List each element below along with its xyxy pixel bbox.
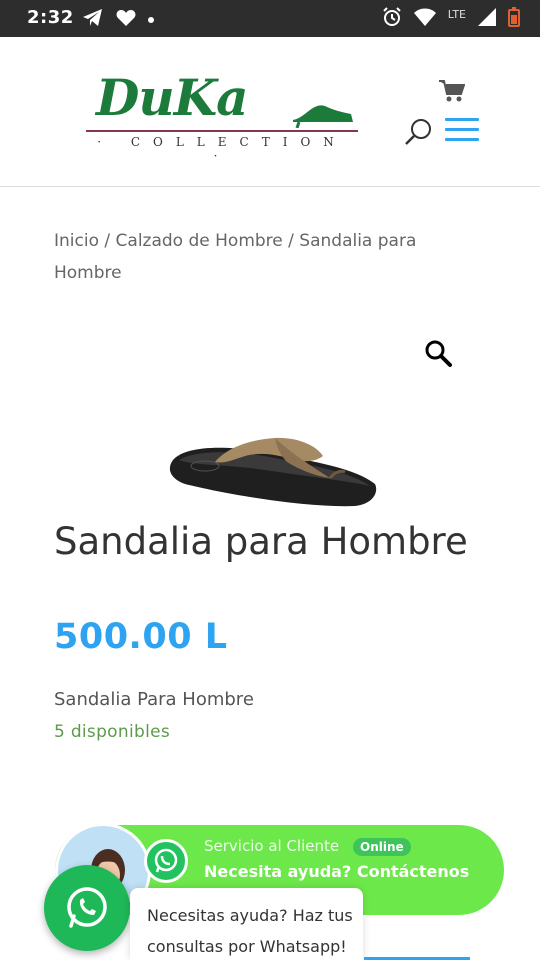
search-icon[interactable] [404,117,434,147]
breadcrumb-separator: / [282,231,300,251]
whatsapp-tooltip[interactable]: Necesitas ayuda? Haz tus consultas por W… [130,888,363,960]
whatsapp-badge-icon [144,839,188,883]
logo[interactable]: DuKa · COLLECTION · [86,68,358,163]
cart-icon[interactable] [439,79,466,103]
wifi-icon [413,8,436,30]
whatsapp-icon [67,887,107,928]
status-bar: 2:32 LTE [0,0,540,37]
notification-dot-icon [148,17,154,23]
logo-subtitle: · COLLECTION · [97,135,347,163]
zoom-icon[interactable] [423,338,453,368]
battery-icon [508,7,520,31]
online-status-badge: Online [353,838,411,856]
menu-icon[interactable] [445,118,479,142]
alarm-icon [382,7,402,31]
status-time: 2:32 [27,7,74,28]
site-header: DuKa · COLLECTION · [0,37,540,187]
help-label: Necesita ayuda? Contáctenos [204,862,470,881]
product-image[interactable] [165,432,380,514]
telegram-icon [82,8,104,32]
customer-service-label: Servicio al Cliente [204,837,340,855]
logo-divider [86,130,358,132]
whatsapp-chat-button[interactable] [44,865,130,951]
breadcrumb-link-calzado[interactable]: Calzado de Hombre [116,231,283,251]
breadcrumb-separator: / [98,231,116,251]
logo-text: DuKa [96,68,249,127]
stock-status: 5 disponibles [54,722,171,742]
network-type: LTE [447,7,466,21]
product-short-description: Sandalia Para Hombre [54,689,254,710]
breadcrumb: Inicio / Calzado de Hombre / Sandalia pa… [54,225,484,289]
product-price: 500.00 L [54,617,228,657]
breadcrumb-link-inicio[interactable]: Inicio [54,231,99,251]
heart-icon [116,9,136,31]
product-title: Sandalia para Hombre [54,520,468,563]
signal-icon [478,8,496,30]
shoe-logo-icon [293,105,353,128]
